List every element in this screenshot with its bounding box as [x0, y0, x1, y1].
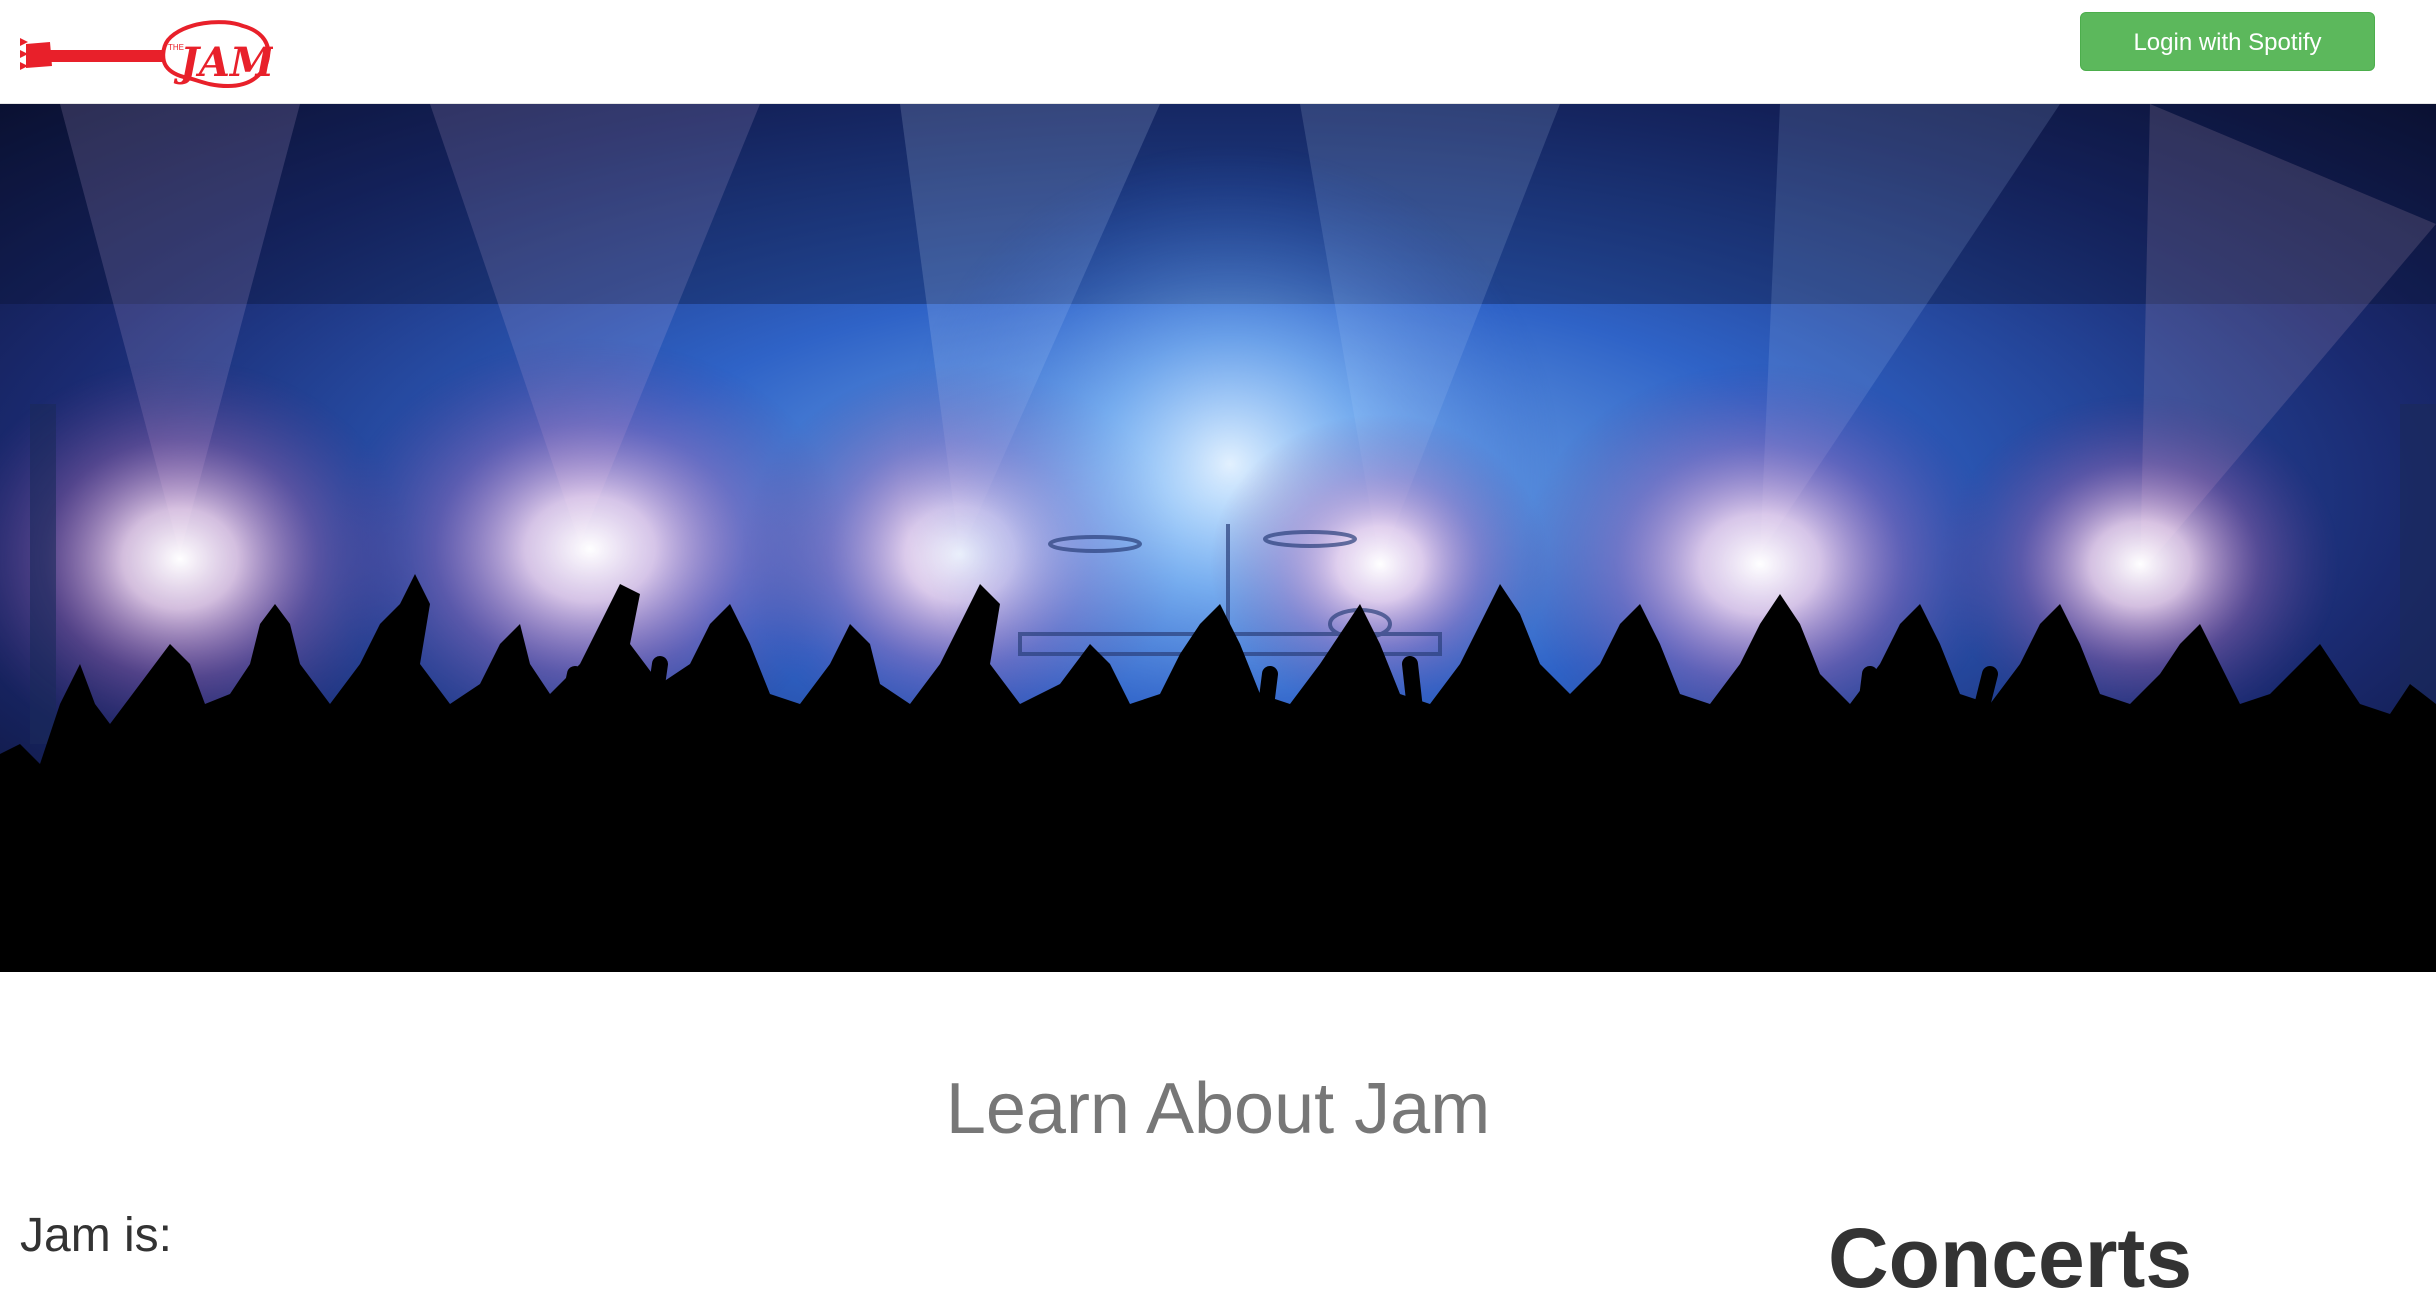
- intro-heading: Jam is:: [20, 1209, 173, 1262]
- section-title: Learn About Jam: [945, 1069, 1491, 1149]
- top-navbar: THE JAM Login with Spotify: [0, 0, 2436, 104]
- guitar-logo-icon: THE JAM: [20, 20, 276, 89]
- concerts-heading: Concerts: [1828, 1211, 2193, 1305]
- logo-text: JAM: [173, 39, 273, 86]
- concert-crowd-image: [0, 104, 2436, 972]
- jam-logo[interactable]: THE JAM: [18, 20, 276, 90]
- login-with-spotify-button[interactable]: Login with Spotify: [2080, 12, 2375, 71]
- hero-concert-image: [0, 104, 2436, 972]
